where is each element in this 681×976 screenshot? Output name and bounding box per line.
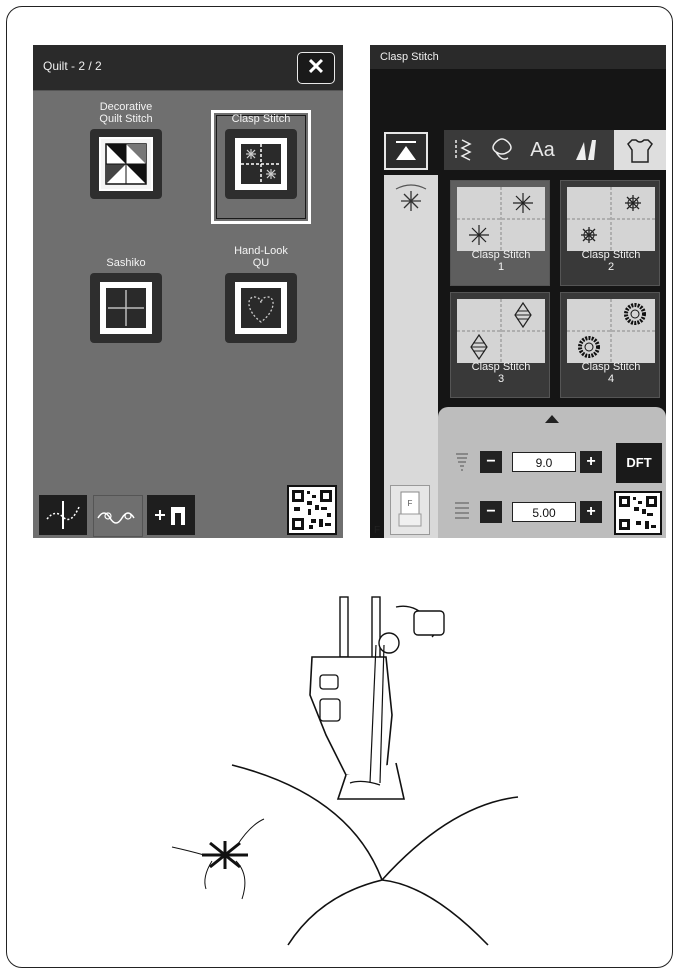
- scroll-top-button[interactable]: [384, 132, 428, 170]
- hand-look-heart-icon[interactable]: [225, 273, 297, 343]
- foot-tile-letter: F: [408, 499, 413, 508]
- option-label: Decorative Quilt Stitch: [99, 101, 153, 125]
- pattern-clasp-stitch-3[interactable]: Clasp Stitch 3: [450, 292, 550, 398]
- stitch-width-icon: [456, 453, 468, 471]
- stitch-length-value: 5.00: [512, 502, 576, 522]
- stitch-width-value: 9.0: [512, 452, 576, 472]
- presser-foot-icon: F: [390, 485, 430, 535]
- pattern-clasp-stitch-1[interactable]: Clasp Stitch 1: [450, 180, 550, 286]
- clasp-stitch-icon[interactable]: [225, 129, 297, 199]
- sashiko-icon[interactable]: [90, 273, 162, 343]
- sewing-illustration: [171, 596, 519, 946]
- add-foot-icon[interactable]: [147, 495, 195, 535]
- stitch-settings-panel: − 9.0 + DFT − 5.00 +: [438, 407, 666, 538]
- shirt-icon[interactable]: [614, 130, 666, 170]
- pattern-clasp-stitch-4[interactable]: Clasp Stitch 4: [560, 292, 660, 398]
- close-button[interactable]: ✕: [297, 52, 335, 84]
- decorative-quilt-stitch-icon[interactable]: [90, 129, 162, 199]
- screen-title: Clasp Stitch: [380, 51, 439, 63]
- stitch-preview-icon: [395, 184, 427, 211]
- quilt-stitch-icon[interactable]: [39, 495, 87, 535]
- default-button[interactable]: DFT: [616, 443, 662, 483]
- decorative-icon[interactable]: [484, 130, 521, 170]
- stitch-length-icon: [455, 502, 469, 519]
- option-label: Hand-Look QU: [234, 245, 288, 269]
- pattern-label: Clasp Stitch 2: [581, 249, 641, 273]
- clasp-stitch-screen: Clasp Stitch Aa Clasp Stitch 1 Clasp Sti…: [370, 45, 666, 538]
- bottom-bar: [33, 485, 343, 538]
- quilt-screen: Quilt - 2 / 2 ✕ Decorative Quilt Stitch …: [33, 45, 343, 538]
- qr-code-icon[interactable]: [614, 491, 662, 535]
- option-sashiko[interactable]: Sashiko: [66, 243, 186, 343]
- option-hand-look-qu[interactable]: Hand-Look QU: [201, 243, 321, 343]
- length-plus-button[interactable]: +: [580, 501, 602, 523]
- length-minus-button[interactable]: −: [480, 501, 502, 523]
- lettering-tab[interactable]: Aa: [524, 130, 561, 170]
- pattern-clasp-stitch-2[interactable]: Clasp Stitch 2: [560, 180, 660, 286]
- satin-icon[interactable]: [566, 130, 603, 170]
- title-bar: Quilt - 2 / 2 ✕: [33, 45, 343, 91]
- decorative-stitch-icon[interactable]: [93, 495, 143, 537]
- pattern-label: Clasp Stitch 3: [471, 361, 531, 385]
- collapse-arrow-icon[interactable]: [545, 415, 559, 423]
- screen-title: Quilt - 2 / 2: [43, 59, 102, 73]
- utility-stitch-icon[interactable]: [444, 130, 481, 170]
- pattern-label: Clasp Stitch 4: [581, 361, 641, 385]
- foot-letter: F: [374, 525, 381, 536]
- option-label: Sashiko: [106, 257, 146, 269]
- title-bar: Clasp Stitch: [370, 45, 666, 69]
- option-clasp-stitch[interactable]: Clasp Stitch: [201, 99, 321, 199]
- width-plus-button[interactable]: +: [580, 451, 602, 473]
- width-minus-button[interactable]: −: [480, 451, 502, 473]
- side-column: [384, 175, 438, 538]
- qr-code-icon[interactable]: [287, 485, 337, 535]
- option-label: Clasp Stitch: [231, 113, 291, 125]
- pattern-label: Clasp Stitch 1: [471, 249, 531, 273]
- option-decorative-quilt-stitch[interactable]: Decorative Quilt Stitch: [66, 99, 186, 199]
